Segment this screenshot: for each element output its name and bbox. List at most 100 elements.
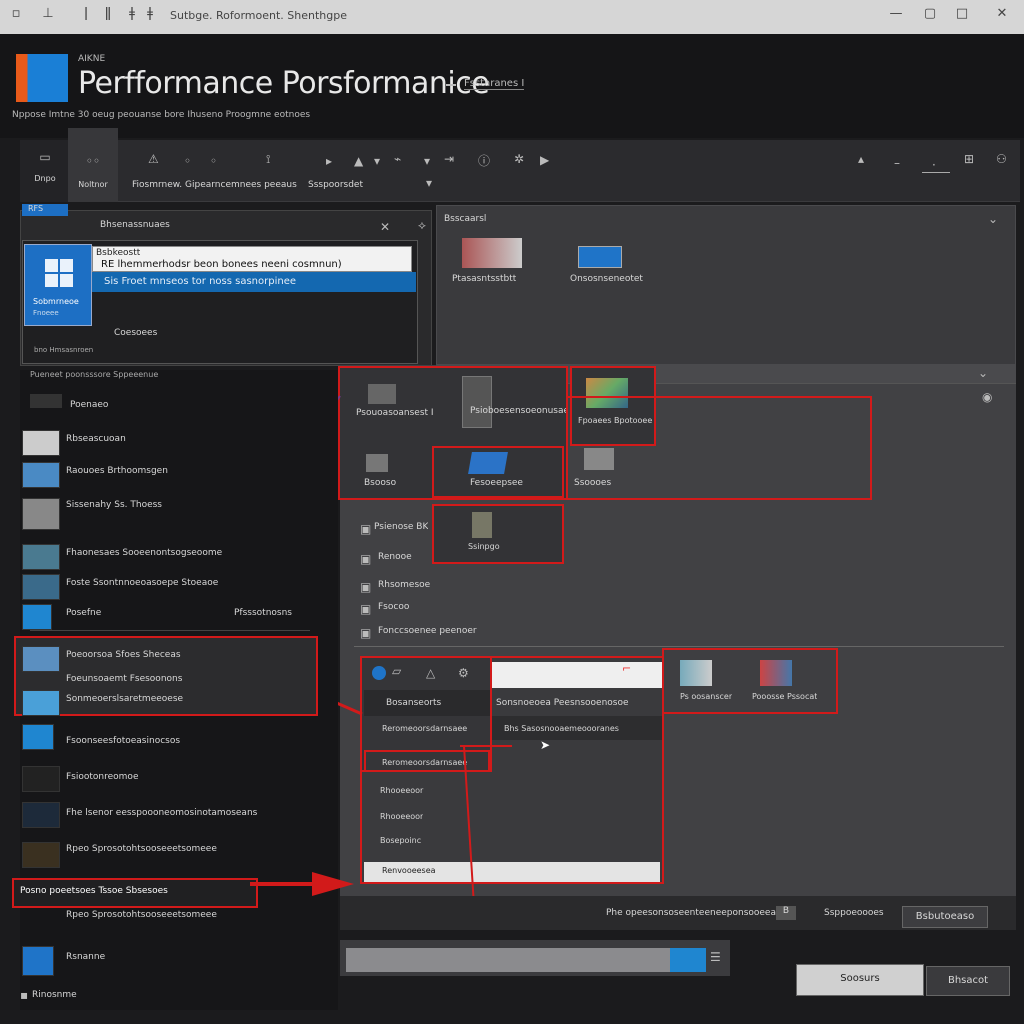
pin-icon[interactable]: ǀ: [78, 6, 94, 22]
tab-rfs[interactable]: RFS: [22, 204, 68, 216]
monitor-icon: ◦◦: [85, 154, 101, 168]
sidebar-item[interactable]: Sissenahy Ss. Thoess: [22, 494, 332, 534]
toolbar-divider: [922, 172, 950, 173]
info-icon[interactable]: ⓘ: [478, 152, 490, 169]
list-item[interactable]: Rhsomesoe: [378, 580, 430, 590]
sidebar-item-label: Foste Ssontnnoeoasoepe Stoeaoe: [66, 578, 219, 588]
sidebar-item[interactable]: Rbseascuoan: [22, 426, 332, 460]
ok-button[interactable]: Soosurs: [796, 964, 924, 996]
cursor-icon: ➤: [540, 738, 551, 752]
sidebar-item[interactable]: Sonmeoerslsaretmeeoese: [22, 686, 332, 720]
pin-icon[interactable]: ⟡: [418, 218, 426, 233]
icon-caption: Sobmrneoe: [33, 297, 79, 306]
windows-icon[interactable]: Sobmrneoe Fnoeee: [24, 244, 92, 326]
screen-thumbnail[interactable]: [578, 246, 622, 268]
sidebar-item[interactable]: Rsnanne: [22, 942, 332, 976]
menu-icon[interactable]: ǁ: [100, 6, 116, 22]
side-item-label[interactable]: Pooosse Pssocat: [752, 692, 817, 701]
item-icon: [22, 498, 60, 530]
toolbar-button-dnpo[interactable]: ▭ Dnpo: [20, 140, 70, 202]
card-label[interactable]: Bsooso: [364, 478, 396, 488]
menu-icon[interactable]: ☰: [710, 950, 721, 964]
settings-icon[interactable]: ◦: [210, 154, 217, 168]
sidebar-item[interactable]: Fsoonseesfotoeasinocsos: [22, 720, 332, 754]
user-icon[interactable]: ⚇: [996, 152, 1007, 166]
cancel-button[interactable]: Bhsacot: [926, 966, 1010, 996]
display-thumbnail[interactable]: [468, 452, 508, 474]
sidebar-item[interactable]: Fhaonesaes Sooeenontsogseoome: [22, 540, 332, 574]
dialog-title: Bsbkeostt: [96, 248, 141, 258]
down-icon[interactable]: ▾: [424, 154, 430, 168]
sidebar-item-label[interactable]: Rpeo Sprosotohtsooseeetsomeee: [66, 910, 217, 920]
sidebar-item[interactable]: Poeoorsoa Sfoes Sheceas: [22, 642, 332, 676]
minus-icon[interactable]: –: [894, 156, 900, 170]
list-item[interactable]: Renooe: [378, 552, 412, 562]
play-icon[interactable]: ▸: [326, 154, 332, 168]
gear-icon[interactable]: ✲: [514, 152, 524, 166]
sidebar-item-label[interactable]: Foeunsoaemt Fsesoonons: [66, 674, 182, 684]
scroll-icon[interactable]: ◉: [982, 390, 992, 404]
sidebar-item-label[interactable]: Posno poeetsoes Tssoe Sbsesoes: [20, 886, 168, 896]
pin-icon[interactable]: ▾: [426, 176, 432, 190]
dropdown-icon[interactable]: ⌄: [978, 366, 988, 380]
list-item[interactable]: Fonccsoenee peenoer: [378, 626, 477, 636]
sidebar-item[interactable]: Raouoes Brthoomsgen: [22, 458, 332, 492]
sidebar-item[interactable]: Foste Ssontnnoeoasoepe Stoeaoe: [22, 570, 332, 604]
more-icon[interactable]: ǂ: [142, 6, 158, 22]
warning-icon[interactable]: ⚠: [148, 152, 159, 166]
drive-thumbnail[interactable]: [462, 238, 522, 268]
list-item-icon: ▣: [360, 602, 372, 616]
header-badge[interactable]: Fsstaranes I: [464, 78, 525, 90]
card-label[interactable]: Ssinpgo: [468, 542, 500, 551]
item-icon: [22, 946, 54, 976]
card-label[interactable]: Fesoeepsee: [470, 478, 523, 488]
grid-icon[interactable]: ⊞: [964, 152, 974, 166]
side-item-label[interactable]: Ps oosanscer: [680, 692, 732, 701]
item-thumbnail[interactable]: [680, 660, 712, 686]
device-thumbnail: [462, 376, 492, 428]
progress-accent: [670, 948, 706, 972]
down-icon[interactable]: ▾: [374, 154, 380, 168]
progress-bar: [346, 948, 676, 972]
card-label[interactable]: Psioboesensoeonusae: [470, 406, 566, 416]
card-label[interactable]: Ssoooes: [574, 478, 611, 488]
toolbar-button-noltnor[interactable]: ◦◦ Noltnor: [68, 128, 118, 202]
status-count: B: [776, 906, 796, 920]
filter-icon[interactable]: ⟟: [266, 152, 270, 167]
close-icon[interactable]: ✕: [380, 220, 390, 234]
more-icon[interactable]: ǂ: [124, 6, 140, 22]
sidebar-item[interactable]: Posefne Pfsssotnosns: [22, 600, 332, 634]
sort-icon[interactable]: ▴: [858, 152, 864, 166]
sidebar-item[interactable]: Fhe lsenor eesspoooneomosinotamoseans: [22, 798, 332, 838]
back-icon[interactable]: ⊥: [40, 6, 56, 22]
sidebar-item-label: Posefne: [66, 608, 102, 618]
close-icon[interactable]: ⌐: [622, 662, 631, 675]
collapse-icon[interactable]: ⌄: [988, 212, 998, 226]
dot-icon[interactable]: ·: [932, 158, 936, 172]
minimize-button[interactable]: —: [888, 6, 904, 22]
right-item-label: Onsosnseneotet: [570, 274, 643, 284]
tools-icon[interactable]: ⌁: [394, 152, 401, 166]
restore-button[interactable]: ▢: [922, 6, 938, 22]
apply-button[interactable]: Bsbutoeaso: [902, 906, 988, 928]
up-icon[interactable]: ▲: [354, 154, 363, 168]
item-thumbnail[interactable]: [760, 660, 792, 686]
maximize-button[interactable]: □: [954, 6, 970, 22]
card-label[interactable]: Psouoasoansest I: [356, 408, 434, 418]
icon-caption-2: Fnoeee: [33, 309, 59, 317]
item-icon: [22, 544, 60, 570]
arrow-icon[interactable]: ⇥: [444, 152, 454, 166]
sidebar-item[interactable]: Fsiootonreomoe: [22, 762, 332, 796]
sidebar-item-right: Pfsssotnosns: [234, 608, 292, 618]
list-item[interactable]: Fsocoo: [378, 602, 409, 612]
sidebar-item[interactable]: Rpeo Sprosotohtsooseeetsomeee: [22, 838, 332, 872]
app-icon[interactable]: ▫: [8, 6, 24, 22]
settings-icon[interactable]: ◦: [184, 154, 191, 168]
close-button[interactable]: ✕: [994, 6, 1010, 22]
card-highlight-chip: [432, 504, 564, 564]
highlighted-row[interactable]: Sis Froet mnseos tor noss sasnorpinee: [92, 272, 416, 292]
run-icon[interactable]: ▶: [540, 153, 549, 167]
memory-icon[interactable]: [472, 512, 492, 538]
item-icon: [22, 842, 60, 868]
windows-logo-icon: [45, 259, 73, 287]
